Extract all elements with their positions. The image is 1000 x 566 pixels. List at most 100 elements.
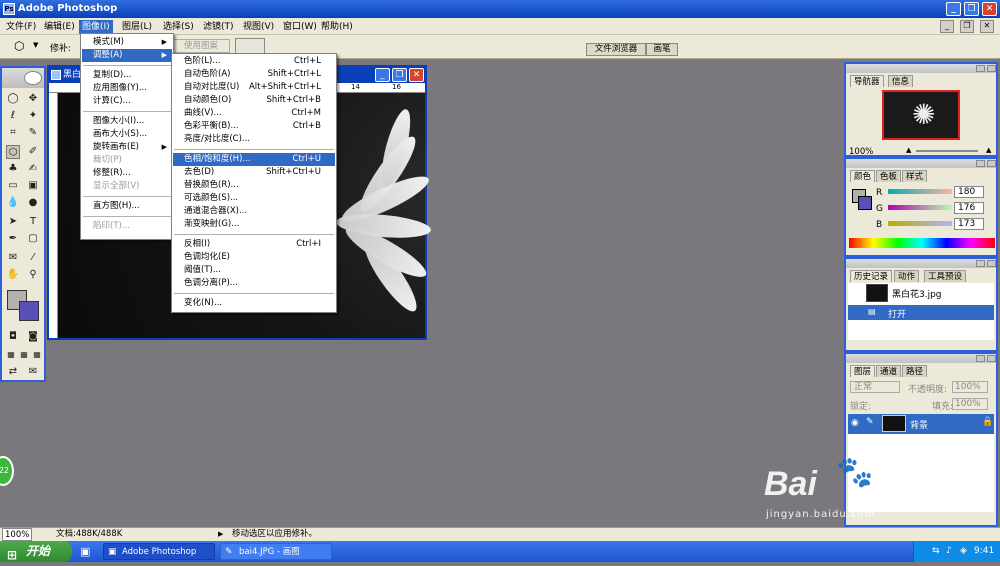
task-paint[interactable]: ✎ bai4.JPG - 画图: [220, 543, 332, 560]
g-value-field[interactable]: 176: [954, 202, 984, 214]
adjust-menu-item[interactable]: 可选颜色(S)...: [173, 192, 335, 205]
image-menu-item[interactable]: 直方图(H)...: [82, 200, 172, 213]
layer-row-background[interactable]: ◉ ✎ 背景 🔒: [848, 414, 994, 434]
hand-tool-icon[interactable]: ✋: [6, 268, 20, 282]
quicklaunch-desktop-icon[interactable]: ▣: [80, 545, 90, 558]
status-arrow-icon[interactable]: ▶: [218, 528, 223, 541]
adjust-menu-item[interactable]: 去色(D) Shift+Ctrl+U: [173, 166, 335, 179]
doc-close-button[interactable]: ✕: [409, 68, 424, 82]
patch-tool-icon[interactable]: ⬡: [6, 145, 20, 159]
adjust-menu-item[interactable]: 通道混合器(X)...: [173, 205, 335, 218]
screen-mode-1-icon[interactable]: ▦: [4, 348, 18, 362]
g-channel-slider[interactable]: [888, 205, 952, 210]
marquee-tool-icon[interactable]: ◯: [6, 92, 20, 106]
image-menu-item[interactable]: 计算(C)...: [82, 95, 172, 108]
color-spectrum-bar[interactable]: [849, 238, 995, 248]
zoom-tool-icon[interactable]: ⚲: [26, 268, 40, 282]
doc-close-icon[interactable]: ✕: [980, 20, 994, 33]
start-button[interactable]: ⊞ 开始: [0, 541, 72, 562]
crop-tool-icon[interactable]: ⌗: [6, 126, 20, 140]
tab-history[interactable]: 历史记录: [850, 270, 893, 282]
adjust-menu-item[interactable]: 色相/饱和度(H)... Ctrl+U: [173, 153, 335, 166]
zoom-in-icon[interactable]: ▲: [986, 146, 991, 154]
minimize-button[interactable]: _: [946, 2, 961, 16]
adjust-menu-item[interactable]: 替换颜色(R)...: [173, 179, 335, 192]
eyedropper-icon[interactable]: ⁄: [26, 251, 40, 265]
history-brush-icon[interactable]: ✍: [26, 162, 40, 176]
b-value-field[interactable]: 173: [954, 218, 984, 230]
navigator-panel-title[interactable]: [846, 64, 996, 73]
background-color-swatch[interactable]: [19, 301, 39, 321]
type-tool-icon[interactable]: T: [26, 215, 40, 229]
layers-panel-title[interactable]: [846, 354, 996, 363]
menu-help[interactable]: 帮助(H): [318, 20, 356, 34]
color-panel-title[interactable]: [846, 159, 996, 168]
blend-mode-select[interactable]: 正常: [850, 381, 900, 393]
use-pattern-button[interactable]: 使用图案: [172, 39, 230, 53]
image-menu-item[interactable]: 旋转画布(E) ▶: [82, 141, 172, 154]
status-doc-size[interactable]: 文档:488K/488K: [56, 528, 122, 541]
adjust-menu-item[interactable]: 变化(N)...: [173, 297, 335, 310]
navigator-close-icon[interactable]: [987, 65, 996, 72]
magic-wand-icon[interactable]: ✦: [26, 109, 40, 123]
tab-actions[interactable]: 动作: [894, 270, 920, 282]
b-channel-slider[interactable]: [888, 221, 952, 226]
history-close-icon[interactable]: [987, 260, 996, 267]
security-icon[interactable]: ◈: [960, 541, 967, 562]
tab-tool-presets[interactable]: 工具预设: [924, 270, 967, 282]
adjust-menu-item[interactable]: 色彩平衡(B)... Ctrl+B: [173, 120, 335, 133]
adjust-menu-item[interactable]: 自动色阶(A) Shift+Ctrl+L: [173, 68, 335, 81]
doc-minimize-button[interactable]: _: [375, 68, 390, 82]
shape-tool-icon[interactable]: ▢: [26, 232, 40, 246]
adjust-menu-item[interactable]: 反相(I) Ctrl+I: [173, 238, 335, 251]
notes-tool-icon[interactable]: ✉: [6, 251, 20, 265]
close-button[interactable]: ✕: [982, 2, 997, 16]
r-channel-slider[interactable]: [888, 189, 952, 194]
tab-swatches[interactable]: 色板: [876, 170, 902, 182]
tab-styles[interactable]: 样式: [902, 170, 928, 182]
slice-tool-icon[interactable]: ✎: [26, 126, 40, 140]
jump-to-imageready-icon[interactable]: ⇄: [6, 365, 20, 379]
menu-file[interactable]: 文件(F): [3, 20, 39, 34]
image-menu-item[interactable]: 修整(R)...: [82, 167, 172, 180]
navigator-minimize-icon[interactable]: [976, 65, 985, 72]
imageready-icon[interactable]: ✉: [26, 365, 40, 379]
image-menu-item[interactable]: 调整(A) ▶: [82, 49, 172, 62]
color-close-icon[interactable]: [987, 160, 996, 167]
eraser-tool-icon[interactable]: ▭: [6, 179, 20, 193]
network-icon[interactable]: ⇆: [932, 541, 940, 562]
doc-maximize-button[interactable]: ❐: [392, 68, 407, 82]
menu-view[interactable]: 视图(V): [240, 20, 277, 34]
standard-mode-icon[interactable]: ◘: [6, 330, 20, 344]
image-menu-item[interactable]: 复制(D)...: [82, 69, 172, 82]
brush-tool-icon[interactable]: ✐: [26, 145, 40, 159]
adjust-menu-item[interactable]: 色调均化(E): [173, 251, 335, 264]
tab-color[interactable]: 颜色: [850, 170, 876, 182]
fill-field[interactable]: 100%: [952, 398, 988, 410]
lasso-tool-icon[interactable]: ℓ: [6, 109, 20, 123]
adjust-menu-item[interactable]: 色阶(L)... Ctrl+L: [173, 55, 335, 68]
menu-select[interactable]: 选择(S): [160, 20, 197, 34]
clock[interactable]: 9:41: [974, 541, 994, 562]
adjust-menu-item[interactable]: 自动对比度(U) Alt+Shift+Ctrl+L: [173, 81, 335, 94]
image-menu-item[interactable]: 应用图像(Y)...: [82, 82, 172, 95]
screen-mode-3-icon[interactable]: ▦: [30, 348, 44, 362]
file-browser-tab[interactable]: 文件浏览器: [586, 43, 646, 56]
adjust-menu-item[interactable]: 色调分离(P)...: [173, 277, 335, 290]
adjust-menu-item[interactable]: 自动颜色(O) Shift+Ctrl+B: [173, 94, 335, 107]
history-snapshot-row[interactable]: 黑白花3.jpg: [848, 283, 994, 305]
history-panel-title[interactable]: [846, 259, 996, 268]
color-bg-swatch[interactable]: [858, 196, 872, 210]
tab-channels[interactable]: 通道: [876, 365, 902, 377]
dodge-tool-icon[interactable]: ●: [26, 196, 40, 210]
tab-navigator[interactable]: 导航器: [850, 75, 884, 87]
zoom-out-icon[interactable]: ▲: [906, 146, 911, 154]
navigator-zoom-value[interactable]: 100%: [849, 147, 873, 157]
adjust-menu-item[interactable]: 渐变映射(G)...: [173, 218, 335, 231]
path-select-icon[interactable]: ➤: [6, 215, 20, 229]
zoom-slider[interactable]: [916, 150, 978, 152]
image-menu-item[interactable]: 图像大小(I)...: [82, 115, 172, 128]
volume-icon[interactable]: ♪: [946, 541, 952, 562]
adjust-menu-item[interactable]: 亮度/对比度(C)...: [173, 133, 335, 146]
r-value-field[interactable]: 180: [954, 186, 984, 198]
